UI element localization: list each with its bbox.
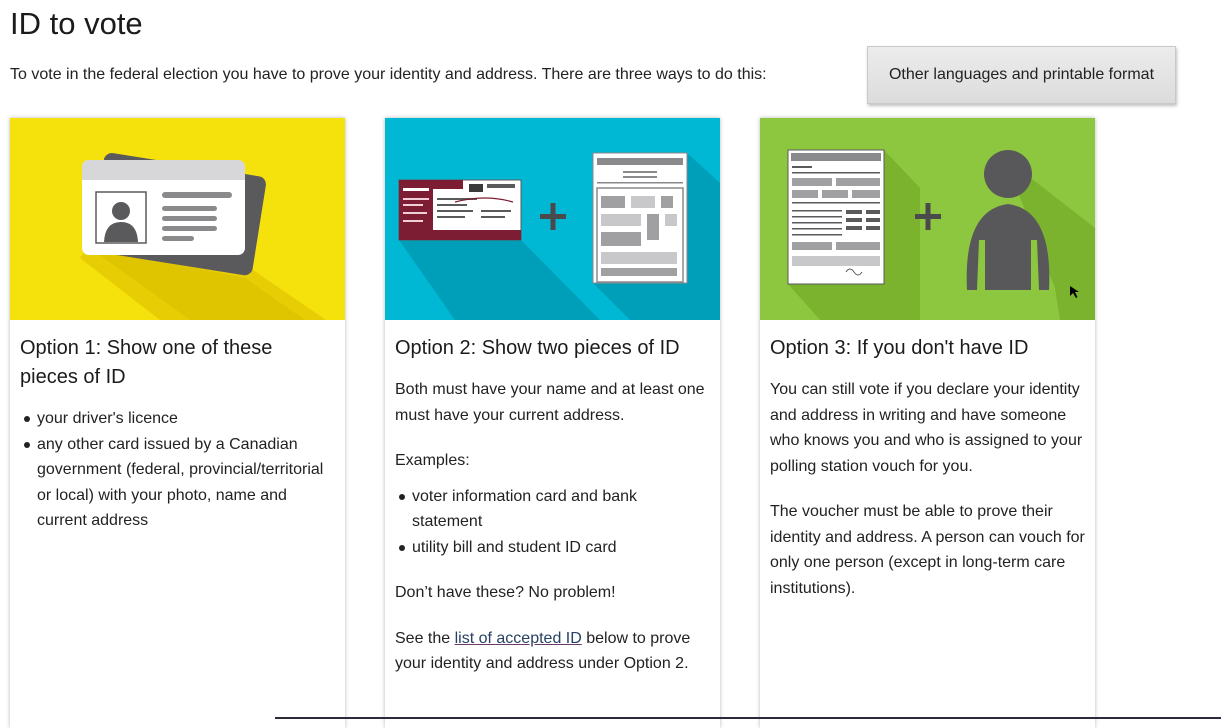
option-1-card: Option 1: Show one of these pieces of ID… xyxy=(10,118,345,728)
option-1-list: your driver's licence any other card iss… xyxy=(20,406,335,534)
see-list-text: See the list of accepted ID below to pro… xyxy=(395,626,710,677)
option-2-list: voter information card and bank statemen… xyxy=(395,484,710,561)
option-3-card: Option 3: If you don't have ID You can s… xyxy=(760,118,1095,728)
id-cards-icon xyxy=(10,118,345,320)
option-2-card: Option 2: Show two pieces of ID Both mus… xyxy=(385,118,720,728)
list-item: utility bill and student ID card xyxy=(399,535,710,561)
intro-text: To vote in the federal election you have… xyxy=(10,66,767,83)
page-title: ID to vote xyxy=(10,6,143,41)
option-1-heading: Option 1: Show one of these pieces of ID xyxy=(20,337,273,388)
option-2-description: Both must have your name and at least on… xyxy=(395,381,705,424)
list-item: voter information card and bank statemen… xyxy=(399,484,710,535)
option-3-description: You can still vote if you declare your i… xyxy=(770,381,1083,475)
no-problem-text: Don’t have these? No problem! xyxy=(395,584,616,601)
option-3-heading: Option 3: If you don't have ID xyxy=(770,337,1029,359)
examples-label: Examples: xyxy=(395,452,470,469)
option-2-heading: Option 2: Show two pieces of ID xyxy=(395,337,680,359)
accepted-id-link[interactable]: list of accepted ID xyxy=(455,630,582,647)
document-plus-document-icon xyxy=(385,118,720,320)
list-item: your driver's licence xyxy=(24,406,335,432)
see-prefix: See the xyxy=(395,629,455,647)
other-languages-button[interactable]: Other languages and printable format xyxy=(867,46,1176,104)
voucher-description: The voucher must be able to prove their … xyxy=(770,503,1085,597)
list-item: any other card issued by a Canadian gove… xyxy=(24,432,335,534)
form-plus-person-icon xyxy=(760,118,1095,320)
